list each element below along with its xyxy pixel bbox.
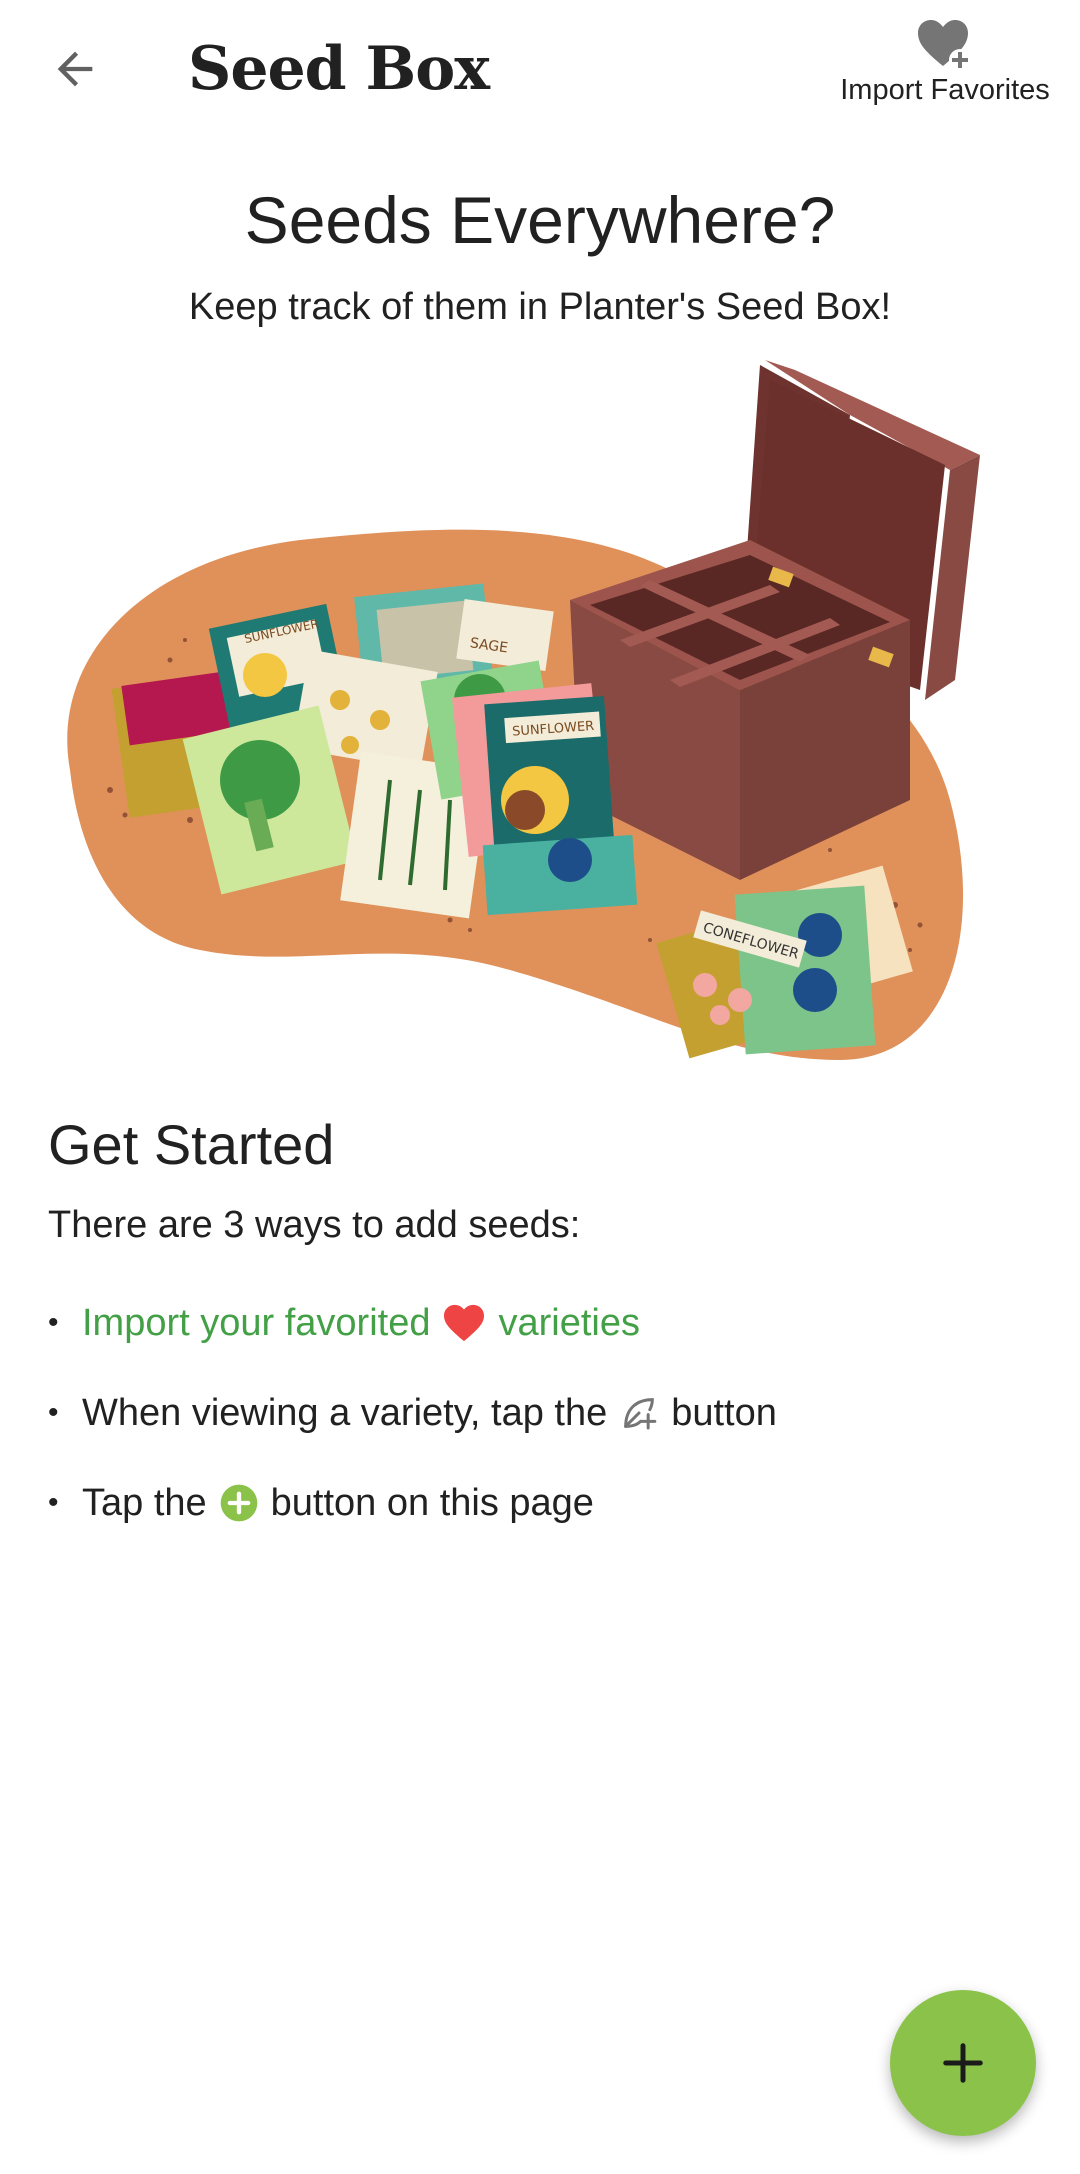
hero-title: Seeds Everywhere?	[244, 183, 836, 257]
import-favorites-label: Import Favorites	[840, 74, 1050, 106]
heart-plus-icon	[918, 20, 971, 71]
import-favorites-link-text[interactable]: Import your favorited	[82, 1298, 430, 1348]
heart-icon	[442, 1303, 486, 1343]
plus-instruction-suffix: button on this page	[270, 1482, 594, 1524]
add-seed-fab[interactable]	[890, 1990, 1036, 2136]
import-favorites-button[interactable]: Import Favorites	[830, 18, 1060, 122]
way-item-import-favorites[interactable]: • Import your favorited varieties	[48, 1278, 1048, 1368]
variety-instruction-suffix: button	[671, 1392, 777, 1434]
hero-subtitle: Keep track of them in Planter's Seed Box…	[188, 286, 892, 328]
back-button[interactable]	[30, 24, 120, 114]
bullet-dot: •	[48, 1396, 59, 1429]
import-favorites-link-suffix[interactable]: varieties	[498, 1298, 640, 1348]
variety-instruction-text: When viewing a variety, tap the	[82, 1392, 608, 1434]
add-seeds-ways-list: • Import your favorited varieties • When…	[48, 1278, 1048, 1548]
leaf-plus-icon	[619, 1393, 659, 1433]
page-title: Seed Box	[188, 34, 490, 104]
get-started-intro: There are 3 ways to add seeds:	[48, 1204, 581, 1246]
way-item-plus-button: • Tap the button on this page	[48, 1458, 1048, 1548]
arrow-back-icon	[57, 51, 93, 87]
get-started-heading: Get Started	[48, 1113, 335, 1176]
plus-instruction-text: Tap the	[82, 1482, 207, 1524]
seed-packets-and-box-illustration: SUNFLOWER SAGE SUNFLOWER CONEFLOWER	[67, 360, 980, 1060]
app-bar: Seed Box Import Favorites	[0, 0, 1080, 140]
plus-icon	[943, 2043, 983, 2083]
green-plus-circle-icon	[219, 1483, 259, 1523]
seed-box-screen: Seed Box Import Favorites Seeds Everywhe…	[0, 0, 1080, 2174]
bullet-dot: •	[48, 1486, 59, 1519]
bullet-dot: •	[48, 1306, 59, 1339]
way-item-variety-button: • When viewing a variety, tap the button	[48, 1368, 1048, 1458]
